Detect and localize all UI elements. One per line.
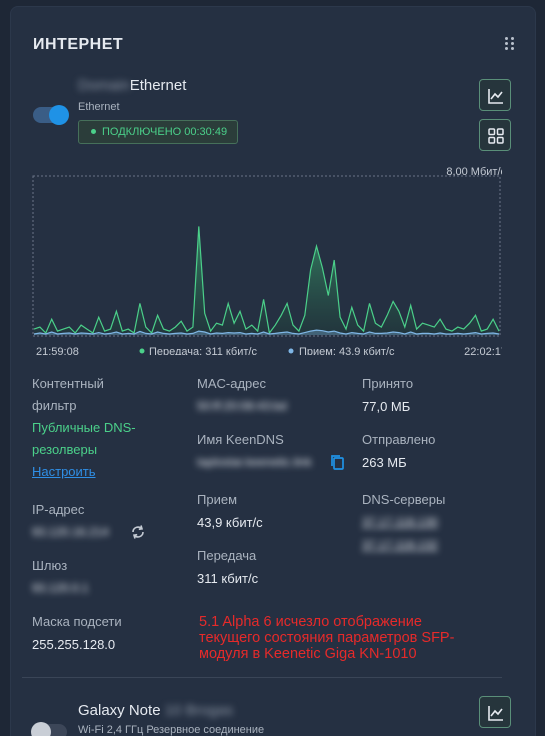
copy-icon[interactable]	[330, 454, 345, 471]
legend-tx: Передача: 311 кбит/с	[149, 346, 257, 355]
chart-time-end: 22:02:17	[464, 346, 502, 355]
annotation-note: 5.1 Alpha 6 исчезло отображение текущего…	[199, 614, 455, 662]
status-badge: ПОДКЛЮЧЕНО 00:30:49	[78, 120, 239, 144]
content-filter-value: Публичные DNS-резолверы	[32, 420, 136, 457]
series-line-tx	[33, 226, 500, 335]
chart-icon	[488, 706, 503, 721]
traffic-chart-button[interactable]	[479, 79, 511, 111]
backup-connection-name: Galaxy Note 10 Brogas	[78, 702, 233, 719]
mac-label: MAC-адрес	[197, 376, 266, 391]
gateway-value: 93.120.0.1	[32, 581, 89, 595]
gateway-label: Шлюз	[32, 558, 68, 573]
tx-label: Передача	[197, 548, 257, 563]
backup-name-text: Galaxy Note	[78, 702, 161, 719]
status-dot-icon	[91, 129, 96, 134]
rx-label: Прием	[197, 492, 238, 507]
mac-value: 50:ff:20:08:43:bd	[197, 399, 287, 413]
backup-connection-toggle[interactable]	[31, 722, 67, 736]
connection-name-text: Ethernet	[129, 77, 187, 94]
sent-value: 263 МБ	[362, 455, 407, 470]
chart-icon	[488, 89, 503, 104]
connection-toggle[interactable]	[33, 105, 69, 125]
sent-label: Отправлено	[362, 432, 436, 447]
configure-link[interactable]: Настроить	[32, 461, 96, 483]
mask-label: Маска подсети	[32, 614, 122, 629]
received-label: Принято	[362, 376, 414, 391]
mask-value: 255.255.128.0	[32, 637, 116, 652]
divider	[22, 677, 502, 678]
content-filter-label: Контентный фильтр	[32, 376, 104, 413]
dns-server-1[interactable]: 37.17.118.130	[362, 515, 438, 529]
legend-rx-dot	[288, 348, 294, 354]
refresh-icon[interactable]	[130, 524, 146, 540]
widgets-button[interactable]	[479, 119, 511, 151]
legend-tx-dot	[139, 348, 145, 354]
connection-type: Ethernet	[78, 101, 120, 113]
drag-handle-icon[interactable]	[505, 37, 515, 51]
card-title: ИНТЕРНЕТ	[33, 36, 124, 53]
backup-name-hidden: 10 Brogas	[164, 702, 234, 719]
tx-value: 311 кбит/с	[197, 571, 259, 586]
ip-label: IP-адрес	[32, 502, 85, 517]
connection-name: DomainEthernet	[78, 77, 186, 94]
status-text: ПОДКЛЮЧЕНО 00:30:49	[102, 126, 228, 138]
ip-value: 93.120.16.214	[32, 525, 109, 539]
keendns-value: taplostar.keenetic.link	[197, 455, 312, 469]
traffic-chart: 8,00 Мбит/с 21:59:08 Передача: 311 кбит/…	[32, 166, 502, 355]
legend-rx: Прием: 43,9 кбит/с	[299, 346, 395, 355]
keendns-label: Имя KeenDNS	[197, 432, 284, 447]
backup-traffic-chart-button[interactable]	[479, 696, 511, 728]
grid-icon	[488, 128, 504, 144]
dns-server-2[interactable]: 37.17.118.132	[362, 538, 438, 552]
chart-time-start: 21:59:08	[36, 346, 79, 355]
backup-connection-type: Wi-Fi 2,4 ГГц Резервное соединение	[78, 724, 265, 736]
chart-frame	[32, 175, 501, 337]
rx-value: 43,9 кбит/с	[197, 515, 263, 530]
received-value: 77,0 МБ	[362, 399, 411, 414]
connection-name-hidden: Domain	[78, 77, 130, 94]
dns-label: DNS-серверы	[362, 492, 446, 507]
